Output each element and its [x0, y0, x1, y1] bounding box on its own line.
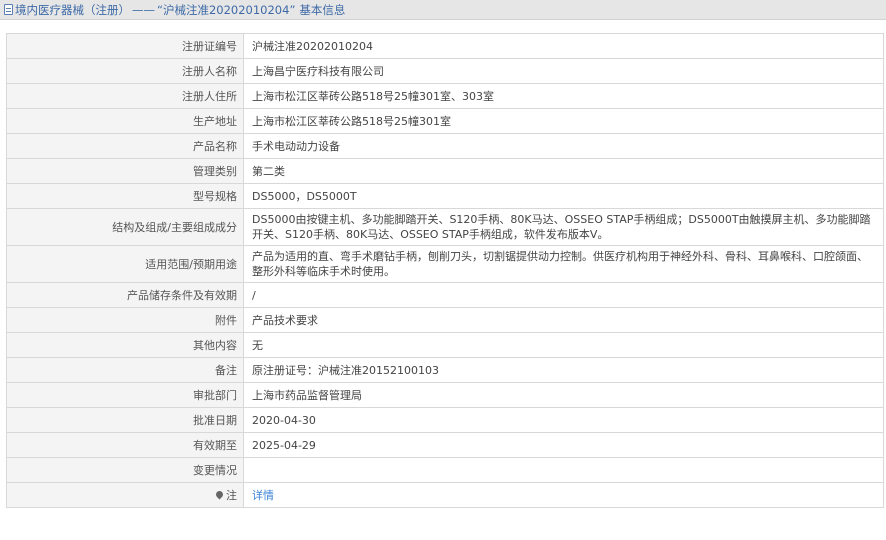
- table-row: 注册人住所 上海市松江区莘砖公路518号25幢301室、303室: [6, 83, 884, 109]
- table-row: 型号规格 DS5000，DS5000T: [6, 183, 884, 209]
- row-label: 备注: [6, 357, 244, 383]
- row-label: 审批部门: [6, 382, 244, 408]
- row-label: 变更情况: [6, 457, 244, 483]
- row-label: 产品名称: [6, 133, 244, 159]
- row-value: 上海市松江区莘砖公路518号25幢301室、303室: [243, 83, 884, 109]
- row-value: DS5000，DS5000T: [243, 183, 884, 209]
- row-label: 注册人住所: [6, 83, 244, 109]
- note-row: 注 详情: [6, 482, 884, 508]
- map-pin-icon: [214, 489, 225, 500]
- table-row: 结构及组成/主要组成成分 DS5000由按键主机、多功能脚踏开关、S120手柄、…: [6, 208, 884, 246]
- table-row: 适用范围/预期用途 产品为适用的直、弯手术磨钻手柄，刨削刀头，切割锯提供动力控制…: [6, 245, 884, 283]
- document-icon: [4, 4, 13, 15]
- title-category: 境内医疗器械（注册）: [15, 2, 130, 17]
- row-value: 产品为适用的直、弯手术磨钻手柄，刨削刀头，切割锯提供动力控制。供医疗机构用于神经…: [243, 245, 884, 283]
- row-value: 沪械注准20202010204: [243, 33, 884, 59]
- row-value: 2020-04-30: [243, 407, 884, 433]
- row-value: 原注册证号：沪械注准20152100103: [243, 357, 884, 383]
- row-value: 产品技术要求: [243, 307, 884, 333]
- row-label: 有效期至: [6, 432, 244, 458]
- note-label: 注: [226, 488, 237, 502]
- table-row: 管理类别 第二类: [6, 158, 884, 184]
- table-row: 产品名称 手术电动动力设备: [6, 133, 884, 159]
- note-value-cell: 详情: [243, 482, 884, 508]
- row-value: 上海市药品监督管理局: [243, 382, 884, 408]
- row-value: DS5000由按键主机、多功能脚踏开关、S120手柄、80K马达、OSSEO S…: [243, 208, 884, 246]
- row-value: /: [243, 282, 884, 308]
- page-title-bar: 境内医疗器械（注册） —— “沪械注准20202010204” 基本信息: [0, 0, 886, 20]
- table-row: 变更情况: [6, 457, 884, 483]
- row-label: 批准日期: [6, 407, 244, 433]
- table-row: 注册证编号 沪械注准20202010204: [6, 33, 884, 59]
- row-label: 附件: [6, 307, 244, 333]
- title-registration-number: “沪械注准20202010204”: [157, 2, 296, 17]
- table-row: 审批部门 上海市药品监督管理局: [6, 382, 884, 408]
- table-row: 批准日期 2020-04-30: [6, 407, 884, 433]
- row-label: 生产地址: [6, 108, 244, 134]
- table-row: 注册人名称 上海昌宁医疗科技有限公司: [6, 58, 884, 84]
- info-table-container: 注册证编号 沪械注准20202010204 注册人名称 上海昌宁医疗科技有限公司…: [6, 33, 884, 508]
- table-row: 生产地址 上海市松江区莘砖公路518号25幢301室: [6, 108, 884, 134]
- row-value: 上海市松江区莘砖公路518号25幢301室: [243, 108, 884, 134]
- table-row: 有效期至 2025-04-29: [6, 432, 884, 458]
- table-row: 其他内容 无: [6, 332, 884, 358]
- table-row: 备注 原注册证号：沪械注准20152100103: [6, 357, 884, 383]
- table-row: 附件 产品技术要求: [6, 307, 884, 333]
- row-label: 管理类别: [6, 158, 244, 184]
- row-label: 注册证编号: [6, 33, 244, 59]
- row-value: 第二类: [243, 158, 884, 184]
- info-table: 注册证编号 沪械注准20202010204 注册人名称 上海昌宁医疗科技有限公司…: [6, 33, 884, 508]
- row-value: 2025-04-29: [243, 432, 884, 458]
- row-value: [243, 457, 884, 483]
- row-value: 上海昌宁医疗科技有限公司: [243, 58, 884, 84]
- details-link[interactable]: 详情: [252, 489, 274, 502]
- row-value: 手术电动动力设备: [243, 133, 884, 159]
- row-value: 无: [243, 332, 884, 358]
- row-label: 其他内容: [6, 332, 244, 358]
- title-separator: ——: [132, 2, 155, 17]
- row-label: 适用范围/预期用途: [6, 245, 244, 283]
- title-suffix: 基本信息: [299, 2, 346, 17]
- row-label: 产品储存条件及有效期: [6, 282, 244, 308]
- table-row: 产品储存条件及有效期 /: [6, 282, 884, 308]
- page-title: 境内医疗器械（注册） —— “沪械注准20202010204” 基本信息: [15, 2, 345, 18]
- row-label: 注册人名称: [6, 58, 244, 84]
- note-label-cell: 注: [6, 482, 244, 508]
- row-label: 结构及组成/主要组成成分: [6, 208, 244, 246]
- row-label: 型号规格: [6, 183, 244, 209]
